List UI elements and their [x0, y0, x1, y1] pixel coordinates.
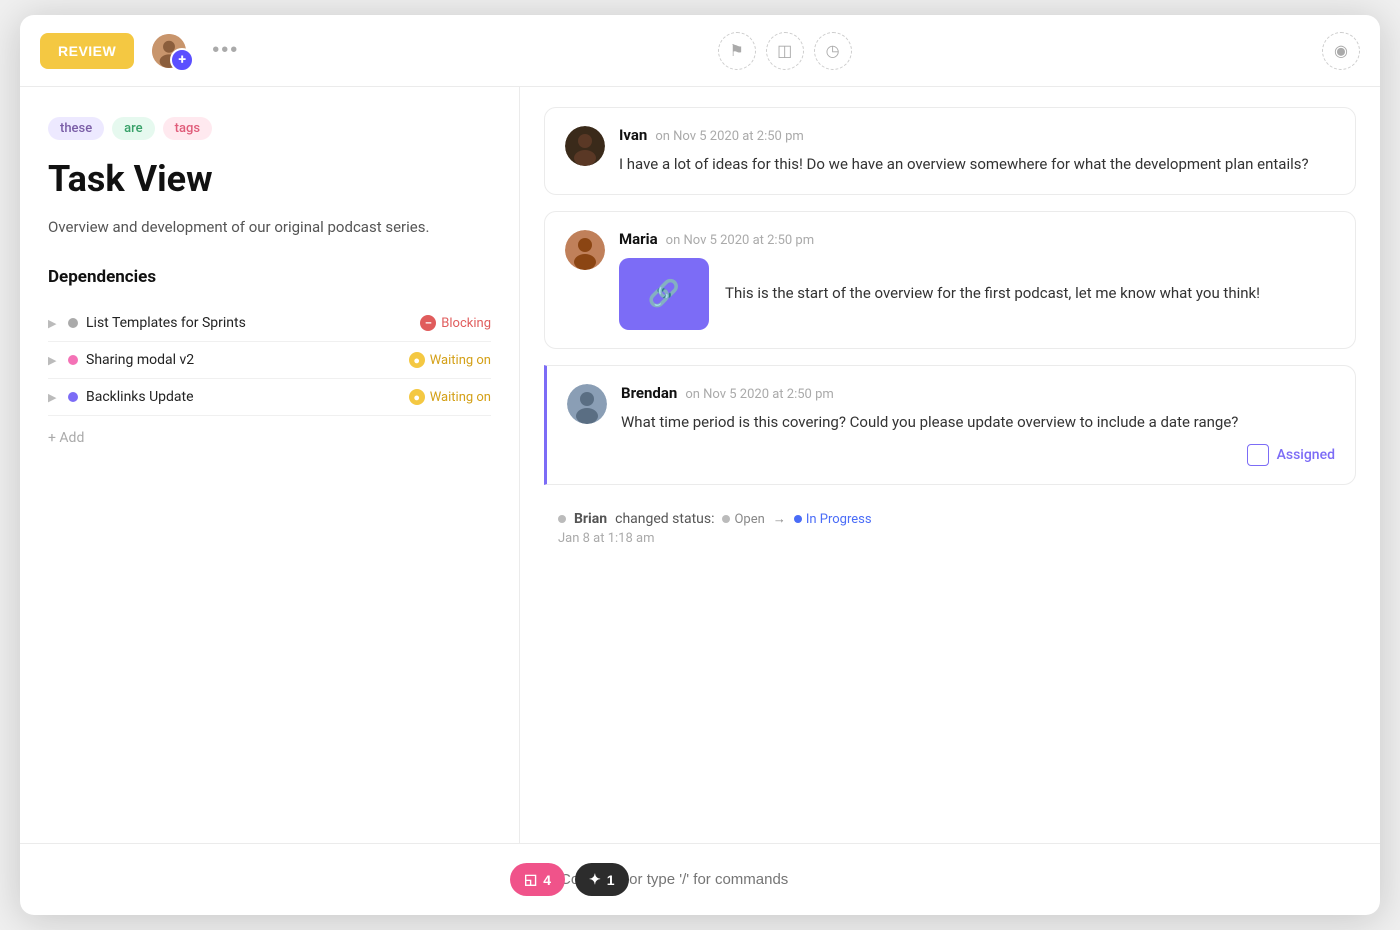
avatar-maria [565, 230, 605, 270]
chevron-icon: ▶ [48, 354, 60, 367]
dep-name: Sharing modal v2 [86, 352, 401, 368]
pill-count-2: 1 [607, 872, 615, 888]
eye-icon: ◉ [1334, 41, 1348, 61]
pill-figma-button[interactable]: ◱ 4 [510, 863, 565, 896]
comment-input[interactable] [560, 871, 1360, 888]
tag-these[interactable]: these [48, 117, 104, 140]
comment-with-attachment: 🔗 This is the start of the overview for … [619, 256, 1335, 330]
flag-icon: ⚑ [729, 41, 743, 61]
status-change-line: Brian changed status: Open → In Progress [558, 511, 1342, 527]
avatar-group: + [150, 32, 188, 70]
calendar-button[interactable]: ◫ [766, 32, 804, 70]
toolbar-right: ◉ [1322, 32, 1360, 70]
pill-tool-button[interactable]: ✦ 1 [575, 863, 629, 896]
comment-text: I have a lot of ideas for this! Do we ha… [619, 152, 1335, 176]
flag-button[interactable]: ⚑ [718, 32, 756, 70]
dep-status-label: Waiting on [430, 353, 491, 368]
main-content: these are tags Task View Overview and de… [20, 87, 1380, 843]
chevron-icon: ▶ [48, 391, 60, 404]
comment-body-brendan: Brendan on Nov 5 2020 at 2:50 pm What ti… [621, 384, 1335, 466]
assigned-label: Assigned [1277, 447, 1335, 463]
waiting-icon: ● [409, 352, 425, 368]
assigned-row: Assigned [621, 444, 1335, 466]
comment-card-maria: Maria on Nov 5 2020 at 2:50 pm 🔗 This is… [544, 211, 1356, 349]
add-member-button[interactable]: + [170, 48, 194, 72]
comment-card-ivan: Ivan on Nov 5 2020 at 2:50 pm I have a l… [544, 107, 1356, 195]
calendar-icon: ◫ [777, 41, 792, 61]
dependency-item-1[interactable]: ▶ Sharing modal v2 ● Waiting on [48, 342, 491, 379]
pill-count-1: 4 [543, 872, 551, 888]
dep-dot [68, 392, 78, 402]
dep-status: ● Waiting on [409, 389, 491, 405]
right-panel: Ivan on Nov 5 2020 at 2:50 pm I have a l… [520, 87, 1380, 843]
more-options-button[interactable]: ••• [204, 35, 247, 66]
dep-dot [68, 355, 78, 365]
comment-header: Ivan on Nov 5 2020 at 2:50 pm [619, 126, 1335, 144]
app-window: REVIEW + ••• ⚑ ◫ [20, 15, 1380, 915]
dependency-item-2[interactable]: ▶ Backlinks Update ● Waiting on [48, 379, 491, 416]
dependencies-heading: Dependencies [48, 267, 491, 287]
comment-body-maria: Maria on Nov 5 2020 at 2:50 pm 🔗 This is… [619, 230, 1335, 330]
left-panel: these are tags Task View Overview and de… [20, 87, 520, 843]
status-timestamp: Jan 8 at 1:18 am [558, 531, 1342, 546]
eye-button[interactable]: ◉ [1322, 32, 1360, 70]
open-dot [722, 515, 730, 523]
dep-status-label: Waiting on [430, 390, 491, 405]
comment-input-area[interactable] [560, 871, 1360, 888]
dep-status-label: Blocking [441, 316, 491, 331]
avatar-brendan [567, 384, 607, 424]
dep-status: ● Waiting on [409, 352, 491, 368]
tags-row: these are tags [48, 117, 491, 140]
bottom-bar: ◱ 4 ✦ 1 [20, 843, 1380, 915]
avatar-ivan [565, 126, 605, 166]
tool-icon: ✦ [589, 871, 601, 888]
dependency-item-0[interactable]: ▶ List Templates for Sprints – Blocking [48, 305, 491, 342]
add-dependency-button[interactable]: + Add [48, 430, 84, 446]
task-description: Overview and development of our original… [48, 215, 491, 239]
status-action: changed status: [615, 511, 714, 527]
comment-time: on Nov 5 2020 at 2:50 pm [666, 233, 814, 248]
task-title: Task View [48, 158, 491, 201]
figma-icon: ◱ [524, 871, 537, 888]
status-dot [558, 515, 566, 523]
dep-status: – Blocking [420, 315, 491, 331]
review-button[interactable]: REVIEW [40, 33, 134, 69]
comment-body-ivan: Ivan on Nov 5 2020 at 2:50 pm I have a l… [619, 126, 1335, 176]
inprogress-dot [794, 515, 802, 523]
attachment-preview[interactable]: 🔗 [619, 258, 709, 330]
plus-icon: + [178, 53, 186, 67]
assigned-checkbox[interactable] [1247, 444, 1269, 466]
tag-tags[interactable]: tags [163, 117, 212, 140]
dep-dot [68, 318, 78, 328]
comment-time: on Nov 5 2020 at 2:50 pm [655, 129, 803, 144]
attachment-icon: 🔗 [648, 279, 680, 309]
bottom-pills: ◱ 4 ✦ 1 [510, 863, 629, 896]
from-label: Open [734, 512, 764, 527]
comment-header: Maria on Nov 5 2020 at 2:50 pm [619, 230, 1335, 248]
dep-name: Backlinks Update [86, 389, 401, 405]
comment-text: This is the start of the overview for th… [725, 281, 1260, 305]
blocking-icon: – [420, 315, 436, 331]
dep-name: List Templates for Sprints [86, 315, 412, 331]
comment-header: Brendan on Nov 5 2020 at 2:50 pm [621, 384, 1335, 402]
arrow-icon: → [773, 511, 786, 527]
chevron-icon: ▶ [48, 317, 60, 330]
comment-author: Ivan [619, 126, 647, 144]
top-bar: REVIEW + ••• ⚑ ◫ [20, 15, 1380, 87]
status-change-row: Brian changed status: Open → In Progress… [544, 501, 1356, 556]
comment-text: What time period is this covering? Could… [621, 410, 1335, 434]
comment-author: Brendan [621, 384, 677, 402]
to-label: In Progress [806, 512, 872, 527]
status-to: In Progress [794, 512, 872, 527]
status-actor: Brian [574, 511, 607, 527]
comment-time: on Nov 5 2020 at 2:50 pm [685, 387, 833, 402]
status-from: Open [722, 512, 764, 527]
clock-button[interactable]: ◷ [814, 32, 852, 70]
comment-author: Maria [619, 230, 658, 248]
comment-card-brendan: Brendan on Nov 5 2020 at 2:50 pm What ti… [544, 365, 1356, 485]
toolbar-icons: ⚑ ◫ ◷ [718, 32, 852, 70]
clock-icon: ◷ [826, 41, 840, 61]
tag-are[interactable]: are [112, 117, 154, 140]
waiting-icon: ● [409, 389, 425, 405]
